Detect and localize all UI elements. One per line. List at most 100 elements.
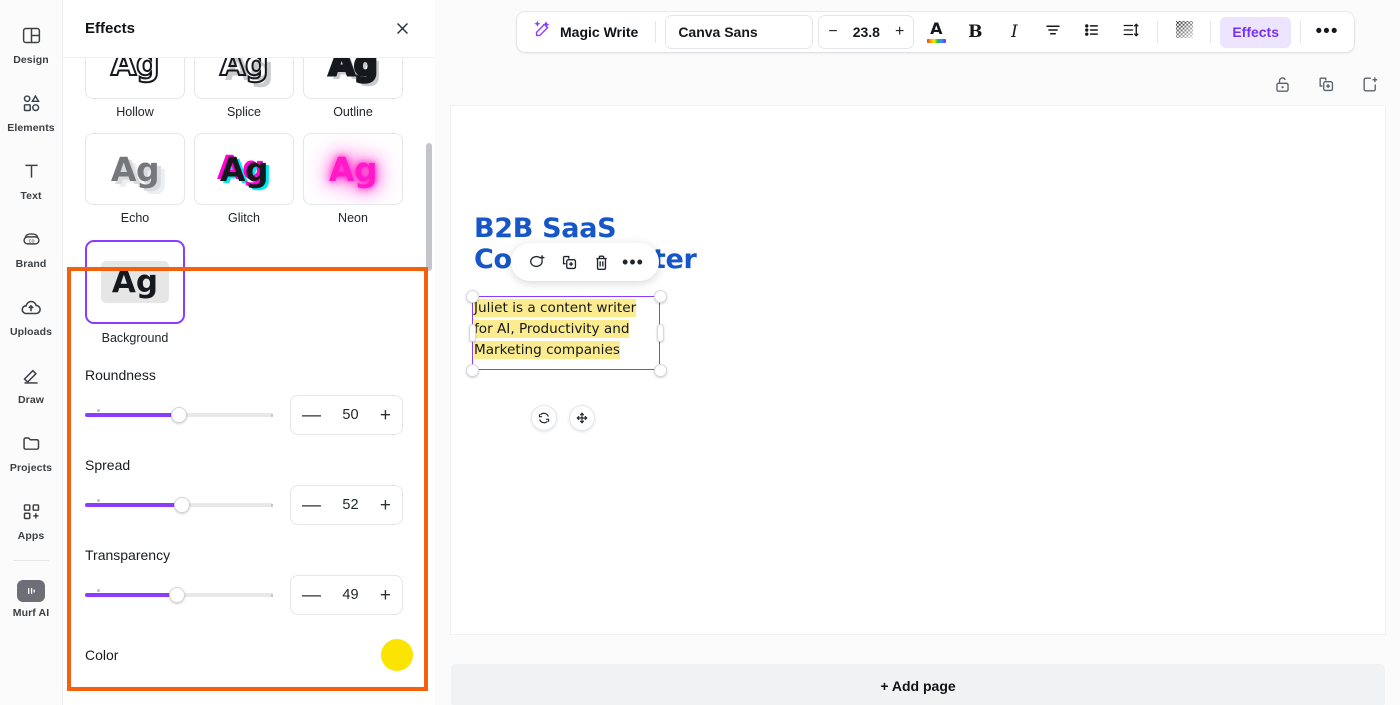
decrease-spread-button[interactable]: —	[302, 496, 321, 515]
trash-icon[interactable]	[587, 248, 615, 276]
sidebar-label-draw: Draw	[17, 393, 45, 406]
selected-text-element[interactable]: Juliet is a content writer for AI, Produ…	[465, 289, 667, 377]
stepper-roundness: — 50 +	[290, 395, 403, 435]
text-color-button[interactable]: A	[919, 15, 953, 49]
color-swatch[interactable]	[381, 639, 413, 671]
draw-icon	[18, 363, 44, 389]
sidebar-item-text[interactable]: Text	[1, 146, 61, 214]
font-family-value: Canva Sans	[678, 24, 758, 40]
effect-option-echo[interactable]: Ag Echo	[85, 133, 185, 225]
text-color-letter: A	[930, 19, 943, 38]
slider-tick-left-transparency	[97, 589, 100, 592]
control-label-transparency: Transparency	[85, 547, 171, 563]
canva-editor: Design Elements Text co Brand Uploads Dr…	[0, 0, 1400, 705]
sidebar-item-projects[interactable]: Projects	[1, 418, 61, 486]
increase-font-size-button[interactable]: +	[895, 23, 904, 41]
bold-button[interactable]: B	[958, 15, 992, 49]
align-button[interactable]	[1036, 15, 1070, 49]
decrease-roundness-button[interactable]: —	[302, 406, 321, 425]
sidebar-item-apps[interactable]: Apps	[1, 486, 61, 554]
effect-thumb-neon: Ag	[303, 133, 403, 205]
magic-write-button[interactable]: Magic Write	[527, 16, 646, 48]
sidebar-label-uploads: Uploads	[9, 325, 53, 338]
effect-sample-glitch: Ag	[219, 149, 269, 189]
value-transparency: 49	[342, 587, 359, 603]
decrease-transparency-button[interactable]: —	[302, 586, 321, 605]
sidebar-item-uploads[interactable]: Uploads	[1, 282, 61, 350]
resize-handle-top-left[interactable]	[465, 289, 479, 303]
unlock-icon[interactable]	[1269, 71, 1295, 97]
stepper-spread: — 52 +	[290, 485, 403, 525]
resize-handle-bottom-left[interactable]	[465, 363, 479, 377]
effect-sample-background: Ag	[111, 264, 159, 300]
increase-transparency-button[interactable]: +	[380, 586, 391, 605]
comment-icon[interactable]	[523, 248, 551, 276]
effects-panel-scroll[interactable]: Ag Hollow Ag Splice Ag Outline Ag Echo A…	[63, 27, 435, 705]
stepper-transparency: — 49 +	[290, 575, 403, 615]
add-page-button[interactable]: + Add page	[451, 664, 1385, 705]
apps-icon	[18, 499, 44, 525]
sidebar-item-elements[interactable]: Elements	[1, 78, 61, 146]
resize-handle-right[interactable]	[656, 324, 664, 342]
more-options-icon[interactable]: •••	[619, 248, 647, 276]
left-sidebar: Design Elements Text co Brand Uploads Dr…	[0, 0, 63, 705]
panel-scrollbar[interactable]	[426, 143, 432, 691]
selected-text-content: Juliet is a content writer for AI, Produ…	[474, 298, 658, 362]
selected-text-highlight: Juliet is a content writer for AI, Produ…	[474, 299, 637, 360]
toolbar-divider-1	[655, 21, 657, 43]
control-row-transparency: — 49 +	[85, 575, 413, 615]
add-page-icon[interactable]	[1357, 71, 1383, 97]
resize-handle-top-right[interactable]	[653, 289, 667, 303]
sidebar-item-draw[interactable]: Draw	[1, 350, 61, 418]
close-icon[interactable]	[387, 14, 417, 44]
control-row-roundness: — 50 +	[85, 395, 413, 435]
resize-handle-bottom-right[interactable]	[653, 363, 667, 377]
value-spread: 52	[342, 497, 359, 513]
slider-thumb-transparency[interactable]	[169, 587, 185, 603]
text-color-icon: A	[926, 19, 946, 43]
move-icon[interactable]	[569, 405, 595, 431]
resize-handle-left[interactable]	[468, 324, 476, 342]
increase-spread-button[interactable]: +	[380, 496, 391, 515]
panel-scrollbar-thumb[interactable]	[426, 143, 432, 271]
effect-option-background[interactable]: Ag Background	[85, 240, 185, 345]
slider-transparency[interactable]	[85, 587, 273, 603]
slider-thumb-roundness[interactable]	[171, 407, 187, 423]
more-options-button[interactable]: •••	[1310, 15, 1344, 49]
effect-sample-echo: Ag	[110, 149, 160, 189]
element-move-tools	[531, 405, 595, 431]
control-row-spread: — 52 +	[85, 485, 413, 525]
selected-effect-section: Ag Background	[63, 225, 435, 345]
increase-roundness-button[interactable]: +	[380, 406, 391, 425]
effect-option-glitch[interactable]: Ag Glitch	[194, 133, 294, 225]
slider-tick-right-roundness	[270, 414, 273, 417]
text-color-bar	[926, 39, 946, 43]
effect-label-outline: Outline	[333, 105, 373, 119]
elements-icon	[18, 91, 44, 117]
control-label-spread: Spread	[85, 457, 131, 473]
slider-roundness[interactable]	[85, 407, 273, 423]
slider-thumb-spread[interactable]	[174, 497, 190, 513]
design-page[interactable]: B2B SaaS Content Writer ••• Juliet	[451, 106, 1385, 634]
italic-button[interactable]: I	[997, 15, 1031, 49]
effects-panel-header: Effects	[63, 0, 435, 58]
duplicate-page-icon[interactable]	[1313, 71, 1339, 97]
effect-option-neon[interactable]: Ag Neon	[303, 133, 403, 225]
sidebar-item-murf-ai[interactable]: Murf AI	[1, 565, 61, 633]
bullet-list-button[interactable]	[1075, 15, 1109, 49]
effect-thumb-echo: Ag	[85, 133, 185, 205]
font-family-select[interactable]: Canva Sans	[665, 15, 814, 49]
line-spacing-button[interactable]	[1114, 15, 1148, 49]
sidebar-item-brand[interactable]: co Brand	[1, 214, 61, 282]
duplicate-icon[interactable]	[555, 248, 583, 276]
slider-spread[interactable]	[85, 497, 273, 513]
decrease-font-size-button[interactable]: −	[828, 23, 837, 41]
sidebar-label-elements: Elements	[7, 121, 55, 134]
rotate-icon[interactable]	[531, 405, 557, 431]
effects-button[interactable]: Effects	[1220, 16, 1291, 48]
transparency-button[interactable]	[1167, 15, 1201, 49]
sidebar-item-design[interactable]: Design	[1, 10, 61, 78]
bold-icon: B	[968, 22, 983, 42]
slider-fill-transparency	[85, 593, 177, 597]
uploads-icon	[18, 295, 44, 321]
